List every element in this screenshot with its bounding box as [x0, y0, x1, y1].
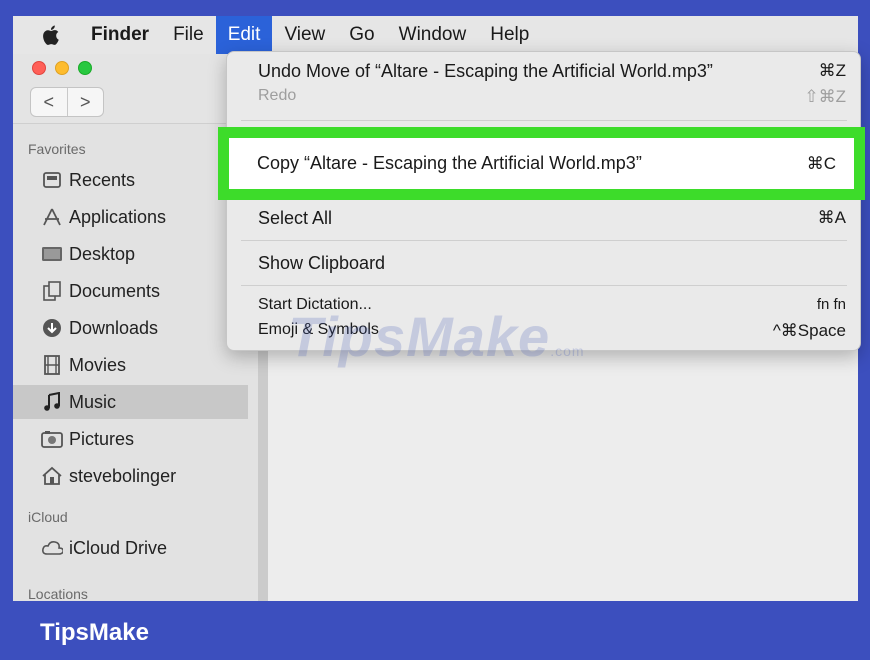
sidebar-item-label: Documents	[69, 280, 161, 301]
sidebar-item-label: stevebolinger	[69, 465, 177, 486]
menu-item-shortcut: fn fn	[816, 296, 846, 313]
applications-icon	[41, 206, 63, 228]
sidebar-item-movies[interactable]: Movies	[13, 348, 248, 382]
cloud-icon	[41, 537, 63, 559]
menu-file[interactable]: File	[161, 16, 216, 54]
sidebar-item-label: Movies	[69, 354, 127, 375]
menu-item-copy[interactable]: Copy “Altare - Escaping the Artificial W…	[229, 138, 854, 189]
menu-separator	[241, 240, 847, 241]
menu-bar: Finder File Edit View Go Window Help	[13, 16, 858, 54]
forward-button[interactable]: >	[66, 88, 104, 116]
menu-help[interactable]: Help	[478, 16, 541, 54]
brand-name: TipsMake	[40, 619, 149, 646]
favorites-heading: Favorites	[28, 141, 86, 157]
menu-separator	[241, 285, 847, 286]
downloads-icon	[41, 317, 63, 339]
menu-item-shortcut: ^⌘Space	[772, 321, 846, 340]
pictures-icon	[41, 428, 63, 450]
sidebar-item-desktop[interactable]: Desktop	[13, 237, 248, 271]
sidebar-item-documents[interactable]: Documents	[13, 274, 248, 308]
sidebar-item-label: Applications	[69, 206, 167, 227]
menu-item-label: Undo Move of “Altare - Escaping the Arti…	[258, 61, 713, 81]
recents-icon	[41, 169, 63, 191]
back-button[interactable]: <	[31, 88, 67, 116]
menu-item-redo[interactable]: Redo ⇧⌘Z	[227, 87, 860, 107]
icloud-heading: iCloud	[28, 509, 68, 525]
menu-item-shortcut: ⌘A	[817, 208, 846, 227]
sidebar-item-applications[interactable]: Applications	[13, 200, 248, 234]
movies-icon	[41, 354, 63, 376]
sidebar-item-label: iCloud Drive	[69, 537, 168, 558]
menu-separator	[241, 120, 847, 121]
menu-edit[interactable]: Edit	[215, 16, 273, 54]
sidebar-item-icloud-drive[interactable]: iCloud Drive	[13, 531, 248, 565]
apple-icon[interactable]	[39, 22, 65, 48]
sidebar-item-music[interactable]: Music	[13, 385, 248, 419]
documents-icon	[41, 280, 63, 302]
menu-view[interactable]: View	[272, 16, 337, 54]
sidebar-item-label: Downloads	[69, 317, 159, 338]
zoom-button[interactable]	[78, 61, 92, 75]
sidebar-item-home[interactable]: stevebolinger	[13, 459, 248, 493]
menu-window[interactable]: Window	[387, 16, 479, 54]
close-button[interactable]	[32, 61, 46, 75]
menu-item-shortcut: ⌘C	[806, 153, 836, 173]
menu-item-label: Select All	[258, 208, 333, 228]
sidebar-item-label: Desktop	[69, 243, 136, 264]
sidebar-item-pictures[interactable]: Pictures	[13, 422, 248, 456]
nav-buttons: < >	[30, 87, 104, 117]
menu-item-select-all[interactable]: Select All ⌘A	[227, 208, 860, 229]
menu-item-label: Copy “Altare - Escaping the Artificial W…	[257, 153, 642, 173]
sidebar-item-label: Recents	[69, 169, 136, 190]
music-icon	[41, 391, 63, 413]
watermark-logo: TipsMake.com	[288, 305, 585, 368]
sidebar-item-downloads[interactable]: Downloads	[13, 311, 248, 345]
brand-banner: TipsMake	[0, 601, 870, 660]
menu-go[interactable]: Go	[337, 16, 386, 54]
copy-highlight-box: Copy “Altare - Escaping the Artificial W…	[218, 127, 865, 200]
menu-item-shortcut: ⌘Z	[818, 61, 846, 80]
minimize-button[interactable]	[55, 61, 69, 75]
desktop-icon	[41, 243, 63, 265]
menu-item-undo[interactable]: Undo Move of “Altare - Escaping the Arti…	[227, 61, 860, 82]
locations-heading: Locations	[28, 586, 88, 601]
sidebar-item-label: Music	[69, 391, 117, 412]
menu-item-show-clipboard[interactable]: Show Clipboard	[227, 253, 860, 274]
menu-item-shortcut: ⇧⌘Z	[804, 87, 846, 106]
home-icon	[41, 465, 63, 487]
menu-finder[interactable]: Finder	[79, 16, 161, 54]
menu-item-label: Redo	[258, 87, 297, 104]
menu-item-label: Show Clipboard	[258, 253, 386, 273]
sidebar-item-recents[interactable]: Recents	[13, 163, 248, 197]
sidebar-item-label: Pictures	[69, 428, 135, 449]
